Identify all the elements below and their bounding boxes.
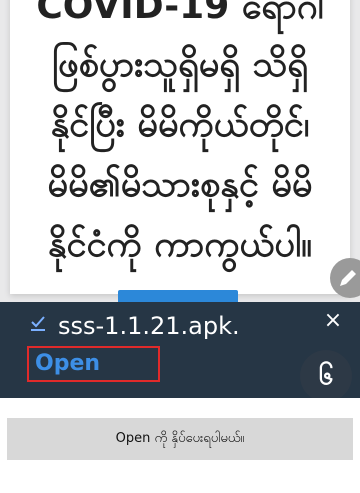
article-line: COVID-19 ရောဂါ [36,0,324,27]
step-number-badge: ၆ [300,350,352,398]
pencil-icon [340,270,356,286]
instruction-caption: Open ကို နှိပ်ပေးရပါမယ်။ [7,418,353,460]
article-card: COVID-19 ရောဂါ ဖြစ်ပွားသူရှိမရှိ သိရှိ န… [10,0,350,294]
phone-screenshot: COVID-19 ရောဂါ ဖြစ်ပွားသူရှိမရှိ သိရှိ န… [0,0,360,398]
download-filename: sss-1.1.21.apk. [58,312,240,340]
open-button[interactable]: Open [27,346,160,382]
close-button[interactable]: × [322,310,344,332]
article-line: နိုင်ပြီး မိမိကိုယ်တိုင်၊ [50,104,310,145]
download-done-icon [31,316,45,331]
article-line: နိုင်ငံကို ကာကွယ်ပါ။ [47,224,313,265]
article-line: မိမိ၏မိသားစုနှင့် မိမိ [47,164,313,205]
article-line: ဖြစ်ပွားသူရှိမရှိ သိရှိ [51,44,309,85]
tutorial-step-image: COVID-19 ရောဂါ ဖြစ်ပွားသူရှိမရှိ သိရှိ န… [0,0,360,493]
